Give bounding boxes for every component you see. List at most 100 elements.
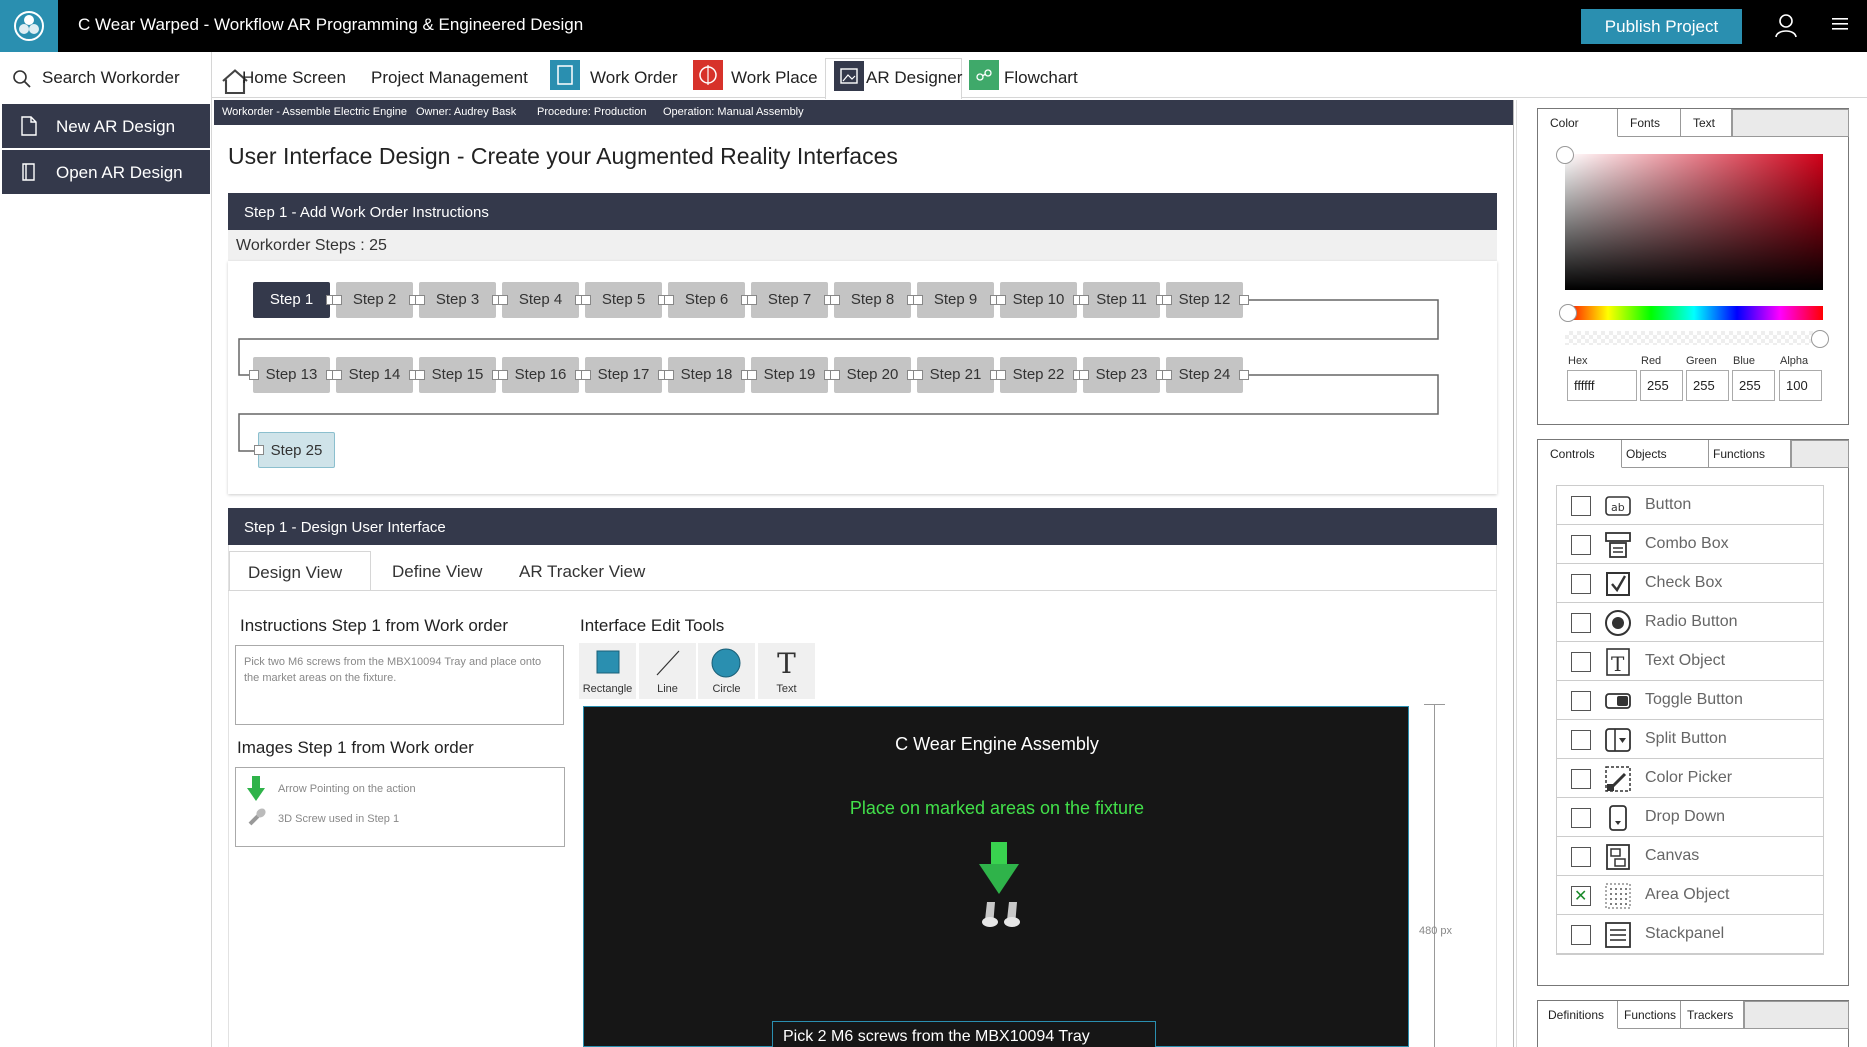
step-node[interactable]: Step 18 <box>668 357 745 393</box>
step-input-port[interactable] <box>747 370 757 380</box>
step-node[interactable]: Step 7 <box>751 282 828 318</box>
step-node[interactable]: Step 15 <box>419 357 496 393</box>
tool-text[interactable]: T Text <box>758 643 815 699</box>
control-item[interactable]: ab Button <box>1557 486 1823 525</box>
alpha-slider[interactable] <box>1565 331 1823 345</box>
step-input-port[interactable] <box>1162 370 1172 380</box>
control-item[interactable]: Combo Box <box>1557 525 1823 564</box>
step-input-port[interactable] <box>1079 370 1089 380</box>
open-ar-design-button[interactable]: Open AR Design <box>2 150 210 194</box>
step-node[interactable]: Step 17 <box>585 357 662 393</box>
step-node[interactable]: Step 13 <box>253 357 330 393</box>
control-checkbox[interactable] <box>1571 925 1591 945</box>
step-input-port[interactable] <box>913 295 923 305</box>
step-input-port[interactable] <box>415 370 425 380</box>
ar-canvas-title[interactable]: C Wear Engine Assembly <box>584 734 1410 755</box>
step-input-port[interactable] <box>249 370 259 380</box>
step-input-port[interactable] <box>332 370 342 380</box>
color-saturation-field[interactable] <box>1565 154 1823 290</box>
step-node[interactable]: Step 4 <box>502 282 579 318</box>
tab-ar-tracker-view[interactable]: AR Tracker View <box>505 551 665 591</box>
hue-slider[interactable] <box>1565 306 1823 320</box>
step-input-port[interactable] <box>664 370 674 380</box>
step-output-port[interactable] <box>1239 295 1249 305</box>
ar-canvas-subtitle[interactable]: Place on marked areas on the fixture <box>584 798 1410 819</box>
image-item-arrow[interactable]: Arrow Pointing on the action <box>246 776 546 802</box>
control-checkbox[interactable] <box>1571 574 1591 594</box>
step-input-port[interactable] <box>254 445 264 455</box>
tab-trackers[interactable]: Trackers <box>1681 1001 1744 1029</box>
step-input-port[interactable] <box>498 370 508 380</box>
control-item[interactable]: Drop Down <box>1557 798 1823 837</box>
control-checkbox[interactable] <box>1571 652 1591 672</box>
control-checkbox[interactable] <box>1571 691 1591 711</box>
step-node[interactable]: Step 10 <box>1000 282 1077 318</box>
tab-definitions[interactable]: Definitions <box>1538 1001 1618 1029</box>
tab-color[interactable]: Color <box>1538 109 1618 137</box>
step-node[interactable]: Step 24 <box>1166 357 1243 393</box>
green-field[interactable]: 255 <box>1686 370 1729 401</box>
control-checkbox[interactable] <box>1571 613 1591 633</box>
search-workorder[interactable]: Search Workorder <box>0 58 212 98</box>
step-node[interactable]: Step 6 <box>668 282 745 318</box>
step-input-port[interactable] <box>332 295 342 305</box>
step-node[interactable]: Step 3 <box>419 282 496 318</box>
tool-circle[interactable]: Circle <box>698 643 755 699</box>
control-item[interactable]: Color Picker <box>1557 759 1823 798</box>
tab-work-order[interactable]: Work Order <box>550 60 680 94</box>
tab-text[interactable]: Text <box>1681 109 1732 137</box>
alpha-slider-handle[interactable] <box>1811 330 1829 348</box>
tab-fonts[interactable]: Fonts <box>1618 109 1681 137</box>
tab-home-screen[interactable]: Home Screen <box>220 60 346 95</box>
control-checkbox[interactable] <box>1571 730 1591 750</box>
new-ar-design-button[interactable]: New AR Design <box>2 104 210 148</box>
ar-design-canvas[interactable]: C Wear Engine Assembly Place on marked a… <box>583 706 1409 1047</box>
step-input-port[interactable] <box>1162 295 1172 305</box>
step-node[interactable]: Step 14 <box>336 357 413 393</box>
step-input-port[interactable] <box>996 295 1006 305</box>
tab-project-management[interactable]: Project Management <box>371 60 531 94</box>
tab-bottom-functions[interactable]: Functions <box>1618 1001 1681 1029</box>
step-input-port[interactable] <box>996 370 1006 380</box>
tab-define-view[interactable]: Define View <box>374 551 502 591</box>
tool-line[interactable]: Line <box>639 643 696 699</box>
step-input-port[interactable] <box>581 370 591 380</box>
step-input-port[interactable] <box>913 370 923 380</box>
step-output-port[interactable] <box>1239 370 1249 380</box>
control-item[interactable]: Split Button <box>1557 720 1823 759</box>
step-input-port[interactable] <box>1079 295 1089 305</box>
step-input-port[interactable] <box>830 370 840 380</box>
ar-arrow-screws-graphic[interactable] <box>969 842 1029 942</box>
step-node[interactable]: Step 12 <box>1166 282 1243 318</box>
control-item[interactable]: Canvas <box>1557 837 1823 876</box>
step-node[interactable]: Step 22 <box>1000 357 1077 393</box>
step-node[interactable]: Step 25 <box>258 432 335 468</box>
step-node[interactable]: Step 19 <box>751 357 828 393</box>
step-node[interactable]: Step 1 <box>253 282 330 318</box>
control-item[interactable]: Stackpanel <box>1557 915 1823 954</box>
hue-slider-handle[interactable] <box>1559 304 1577 322</box>
step-input-port[interactable] <box>498 295 508 305</box>
control-checkbox[interactable] <box>1571 496 1591 516</box>
publish-project-button[interactable]: Publish Project <box>1581 9 1742 44</box>
step-node[interactable]: Step 23 <box>1083 357 1160 393</box>
step-node[interactable]: Step 5 <box>585 282 662 318</box>
control-item[interactable]: Area Object <box>1557 876 1823 915</box>
step-input-port[interactable] <box>415 295 425 305</box>
step-node[interactable]: Step 20 <box>834 357 911 393</box>
tab-work-place[interactable]: Work Place <box>693 60 823 94</box>
control-checkbox[interactable] <box>1571 808 1591 828</box>
alpha-field[interactable]: 100 <box>1779 370 1822 401</box>
step-node[interactable]: Step 8 <box>834 282 911 318</box>
hamburger-menu-icon[interactable] <box>1830 16 1850 32</box>
control-item[interactable]: T Text Object <box>1557 642 1823 681</box>
tab-functions[interactable]: Functions <box>1709 440 1791 468</box>
tab-controls[interactable]: Controls <box>1538 440 1622 468</box>
tab-ar-designer[interactable]: AR Designer <box>825 58 962 99</box>
step-input-port[interactable] <box>747 295 757 305</box>
control-checkbox[interactable] <box>1571 886 1591 906</box>
control-item[interactable]: Toggle Button <box>1557 681 1823 720</box>
color-field-handle[interactable] <box>1556 146 1574 164</box>
tab-objects[interactable]: Objects <box>1622 440 1709 468</box>
ar-canvas-instruction-field[interactable]: Pick 2 M6 screws from the MBX10094 Tray <box>772 1021 1156 1047</box>
